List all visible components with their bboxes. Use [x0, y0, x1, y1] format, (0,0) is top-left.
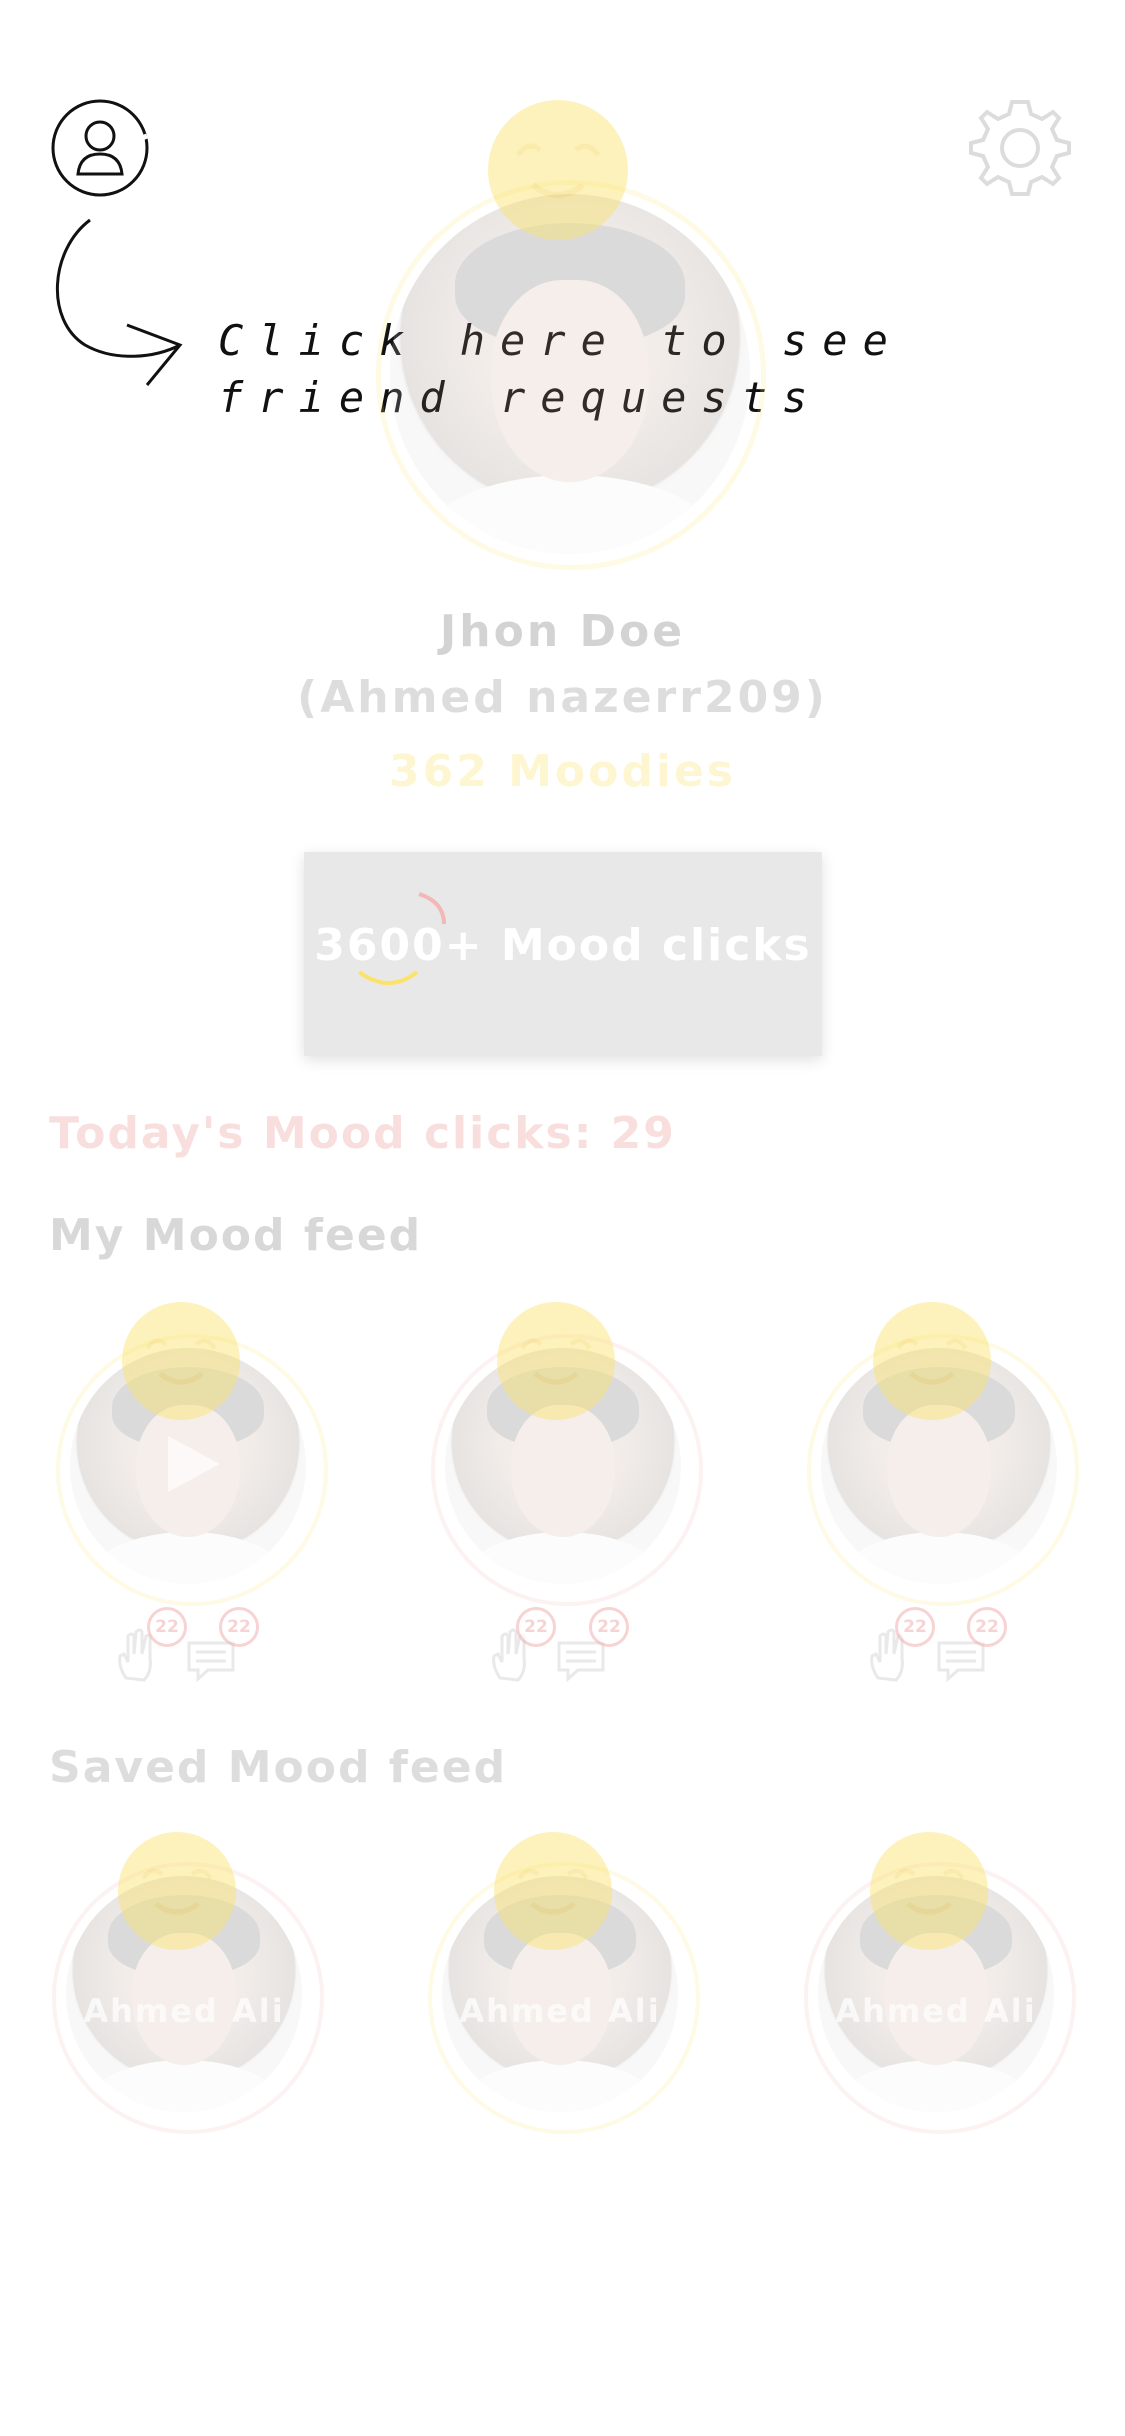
gear-icon[interactable] [968, 96, 1072, 200]
chat-bubble-icon[interactable] [936, 1640, 986, 1682]
smiley-face-icon [870, 1832, 988, 1950]
saved-item-name: Ahmed Ali [83, 1992, 285, 2030]
smiley-face-icon [873, 1302, 991, 1420]
smiley-face-icon [494, 1832, 612, 1950]
smiley-face-icon [488, 100, 628, 240]
likes-count-badge: 22 [516, 1607, 556, 1647]
saved-mood-feed-title: Saved Mood feed [49, 1742, 508, 1793]
saved-item-name: Ahmed Ali [835, 1992, 1037, 2030]
profile-moodies-count: 362 Moodies [388, 746, 736, 797]
my-mood-feed-title: My Mood feed [49, 1210, 423, 1261]
chat-bubble-icon[interactable] [186, 1640, 236, 1682]
avatar[interactable] [390, 194, 750, 554]
saved-item-name: Ahmed Ali [459, 1992, 661, 2030]
smiley-face-icon [122, 1302, 240, 1420]
comments-count-badge: 22 [219, 1607, 259, 1647]
profile-username: (Ahmed nazerr209) [297, 672, 828, 723]
comments-count-badge: 22 [589, 1607, 629, 1647]
profile-display-name: Jhon Doe [439, 606, 686, 657]
friend-requests-button[interactable] [50, 98, 150, 198]
smiley-face-icon [118, 1832, 236, 1950]
mood-clicks-label: 3600+ Mood clicks [314, 920, 812, 971]
likes-count-badge: 22 [895, 1607, 935, 1647]
chat-bubble-icon[interactable] [556, 1640, 606, 1682]
smiley-face-icon [497, 1302, 615, 1420]
curved-arrow-icon [55, 218, 183, 386]
play-icon[interactable] [164, 1432, 224, 1496]
mood-clicks-button[interactable]: 3600+ Mood clicks [304, 852, 822, 1056]
likes-count-badge: 22 [147, 1607, 187, 1647]
person-outline-icon [51, 99, 149, 197]
comments-count-badge: 22 [967, 1607, 1007, 1647]
todays-mood-clicks: Today's Mood clicks: 29 [49, 1108, 676, 1159]
